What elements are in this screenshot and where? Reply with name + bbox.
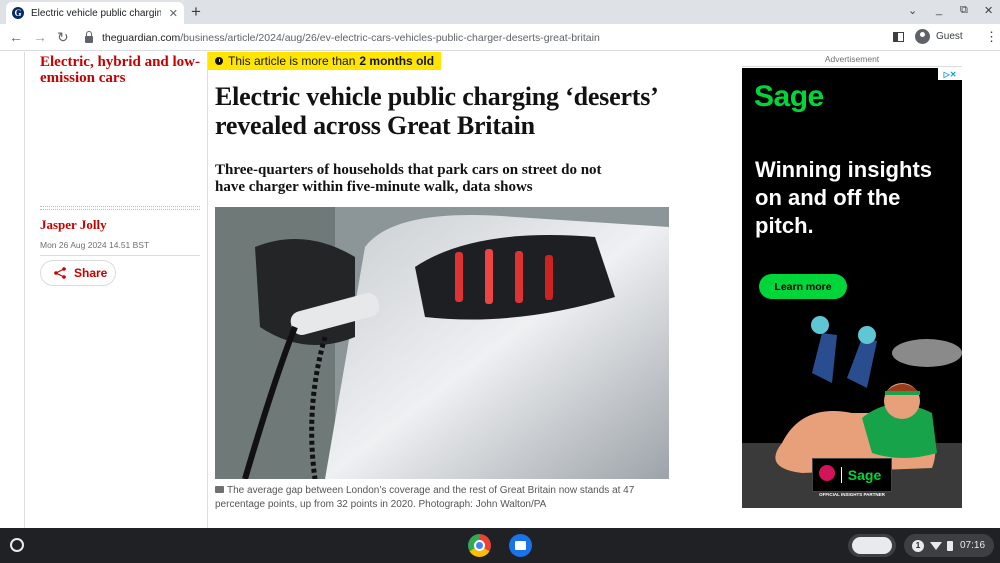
notification-count-badge: 1: [912, 539, 924, 552]
chrome-app-icon[interactable]: [468, 534, 491, 557]
browser-tab[interactable]: G Electric vehicle public charging 'dese…: [6, 2, 184, 24]
share-button[interactable]: Share: [40, 260, 116, 286]
battery-icon: [947, 540, 953, 551]
advertisement-label: Advertisement: [824, 54, 880, 64]
url-path: /business/article/2024/aug/26/ev-electri…: [180, 31, 600, 44]
article-standfirst: Three-quarters of households that park c…: [215, 162, 602, 195]
lock-icon[interactable]: [85, 31, 93, 43]
left-rule: [24, 52, 25, 528]
os-shelf: 1 07:16: [0, 528, 1000, 563]
byline-divider: [40, 206, 200, 210]
age-notice-emphasis: 2 months old: [359, 54, 435, 68]
column-rule: [207, 52, 208, 528]
thumbnail-preview: [852, 537, 892, 554]
clock-time: 07:16: [960, 540, 986, 551]
profile-button[interactable]: Guest: [915, 29, 963, 44]
launcher-icon[interactable]: [10, 538, 24, 552]
ev-charging-photo: [215, 207, 669, 479]
reload-button[interactable]: ↻: [57, 28, 69, 46]
share-icon: [54, 267, 66, 279]
minimize-button[interactable]: _: [936, 4, 942, 16]
url-text[interactable]: theguardian.com/business/article/2024/au…: [102, 32, 600, 44]
url-host: theguardian.com: [102, 31, 181, 44]
web-page: Electric, hybrid and low-emission cars J…: [0, 52, 1000, 528]
age-notice-prefix: This article is more than: [228, 54, 356, 68]
wifi-icon: [930, 541, 942, 550]
advertisement-rule: [742, 66, 962, 67]
image-caption: The average gap between London’s coverag…: [215, 484, 655, 512]
forward-button[interactable]: →: [33, 28, 47, 46]
rugby-logo-icon: [819, 465, 835, 481]
caption-text: The average gap between London’s coverag…: [215, 485, 635, 510]
window-close-button[interactable]: ✕: [984, 4, 993, 17]
status-tray[interactable]: 1 07:16: [904, 534, 994, 557]
menu-icon[interactable]: ⋮: [985, 29, 998, 45]
article-headline: Electric vehicle public charging ‘desert…: [215, 82, 657, 140]
guest-avatar-icon: [915, 29, 930, 44]
adchoices-icon[interactable]: ▷✕: [938, 68, 962, 80]
restore-button[interactable]: ⧉: [960, 4, 968, 17]
ad-headline: Winning insights on and off the pitch.: [755, 157, 932, 238]
meta-divider: [40, 255, 200, 256]
holding-space-thumbnail[interactable]: [848, 534, 896, 557]
advertisement[interactable]: ▷✕ Sage Winning insights on and off the …: [742, 68, 962, 508]
ad-learn-more-button[interactable]: Learn more: [759, 274, 847, 299]
ad-partner-badge: Sage: [812, 458, 892, 492]
dateline: Mon 26 Aug 2024 14.51 BST: [40, 240, 150, 250]
tab-title: Electric vehicle public charging 'desert…: [31, 7, 161, 19]
files-app-icon[interactable]: [509, 534, 532, 557]
share-label: Share: [74, 266, 108, 280]
section-link[interactable]: Electric, hybrid and low-emission cars: [40, 54, 200, 86]
ad-partner-text: OFFICIAL INSIGHTS PARTNER: [819, 492, 885, 497]
ad-partner-brand: Sage: [840, 467, 881, 483]
camera-icon: [215, 486, 224, 493]
guardian-favicon-icon: G: [12, 7, 24, 19]
new-tab-button[interactable]: +: [191, 2, 201, 22]
article-age-banner: This article is more than 2 months old: [208, 52, 442, 70]
ad-brand-logo: Sage: [754, 80, 824, 113]
tab-close-icon[interactable]: ✕: [169, 7, 178, 20]
address-bar[interactable]: theguardian.com/business/article/2024/au…: [79, 27, 879, 48]
back-button[interactable]: ←: [9, 28, 23, 46]
side-panel-icon[interactable]: [893, 32, 904, 42]
browser-toolbar: ← → ↻ theguardian.com/business/article/2…: [0, 24, 1000, 51]
hero-image: [215, 207, 669, 479]
clock-icon: [215, 57, 223, 65]
author-link[interactable]: Jasper Jolly: [40, 217, 107, 233]
profile-label: Guest: [936, 31, 963, 42]
tab-strip: G Electric vehicle public charging 'dese…: [0, 0, 1000, 24]
tab-search-icon[interactable]: ⌄: [908, 4, 917, 17]
